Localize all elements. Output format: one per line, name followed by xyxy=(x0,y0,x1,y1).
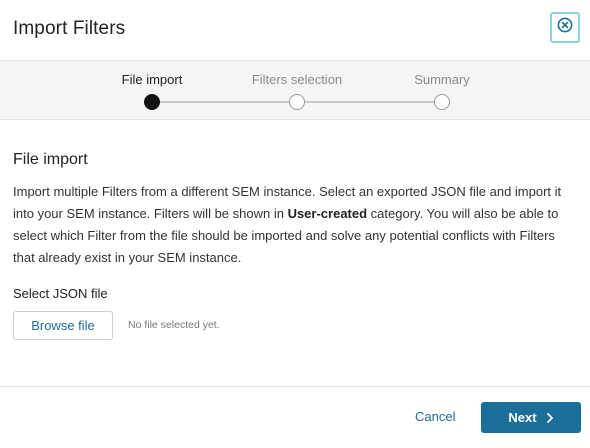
next-button[interactable]: Next xyxy=(481,402,581,433)
dialog-header: Import Filters xyxy=(0,0,590,60)
import-description: Import multiple Filters from a different… xyxy=(13,181,579,269)
no-file-selected-text: No file selected yet. xyxy=(128,319,220,331)
import-filters-dialog: Import Filters File import Filters selec… xyxy=(0,0,590,448)
cancel-button[interactable]: Cancel xyxy=(415,409,455,424)
wizard-stepper: File import Filters selection Summary xyxy=(0,60,590,120)
step-label-file-import: File import xyxy=(121,72,183,87)
user-created-category-text: User-created xyxy=(287,206,368,221)
close-circle-icon xyxy=(557,17,573,38)
footer-divider xyxy=(0,386,590,387)
step-dot-summary[interactable] xyxy=(434,94,450,110)
dialog-title: Import Filters xyxy=(13,18,126,39)
chevron-right-icon xyxy=(546,412,554,423)
close-button[interactable] xyxy=(550,12,580,43)
browse-file-button[interactable]: Browse file xyxy=(13,311,113,340)
section-title: File import xyxy=(13,151,88,168)
select-json-file-label: Select JSON file xyxy=(13,286,108,301)
step-dot-file-import[interactable] xyxy=(144,94,160,110)
step-label-filters-selection: Filters selection xyxy=(251,72,343,87)
step-dot-filters-selection[interactable] xyxy=(289,94,305,110)
step-label-summary: Summary xyxy=(414,72,470,87)
next-button-label: Next xyxy=(508,410,537,425)
